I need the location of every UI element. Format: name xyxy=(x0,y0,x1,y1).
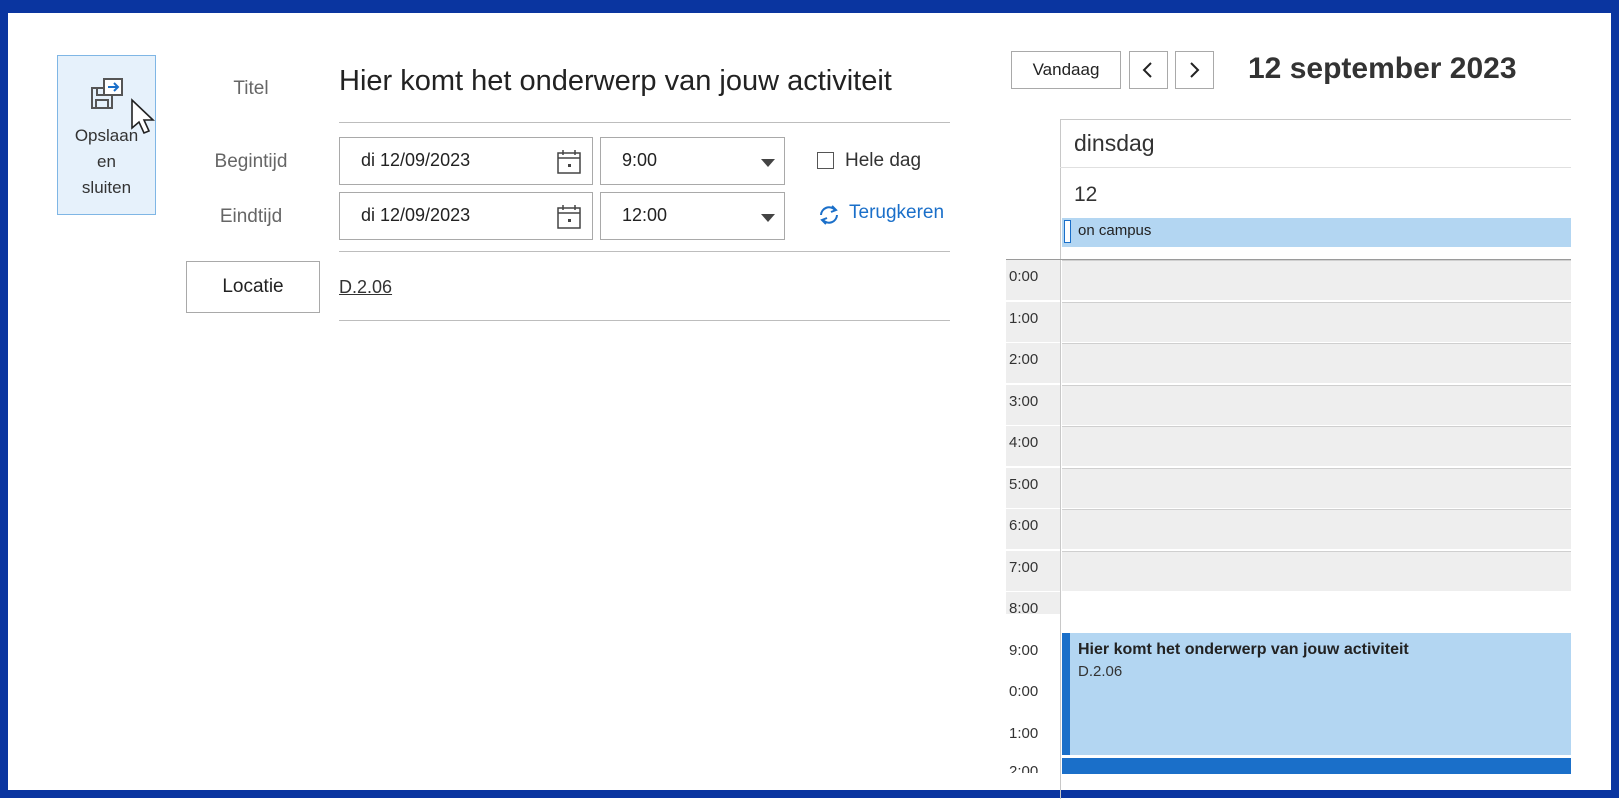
chevron-right-icon xyxy=(1190,62,1200,78)
today-button[interactable]: Vandaag xyxy=(1011,51,1121,89)
hour-label: 2:00 xyxy=(1009,763,1039,773)
hour-slot[interactable] xyxy=(1062,426,1571,466)
end-date-value: di 12/09/2023 xyxy=(361,205,471,225)
event-marker xyxy=(1064,220,1071,243)
end-time-dropdown[interactable]: 12:00 xyxy=(600,192,785,240)
all-day-checkbox[interactable] xyxy=(817,152,834,169)
hour-slot[interactable] xyxy=(1062,509,1571,549)
save-close-icon xyxy=(91,78,123,109)
start-time-label: Begintijd xyxy=(214,151,288,172)
mouse-cursor-icon xyxy=(131,98,155,135)
start-date-field[interactable]: di 12/09/2023 xyxy=(339,137,593,185)
day-header-divider xyxy=(1060,167,1571,168)
hour-label: 8:00 xyxy=(1009,600,1039,617)
recurrence-label: Terugkeren xyxy=(849,202,945,223)
next-day-button[interactable] xyxy=(1175,51,1214,89)
prev-day-button[interactable] xyxy=(1129,51,1168,89)
hour-label: 0:00 xyxy=(1009,268,1039,285)
event-accent-bar xyxy=(1062,633,1070,755)
day-name: dinsdag xyxy=(1074,130,1155,156)
chevron-left-icon xyxy=(1142,62,1152,78)
title-underline xyxy=(339,122,950,123)
start-time-value: 9:00 xyxy=(622,150,658,170)
datetime-divider xyxy=(339,251,950,252)
start-date-value: di 12/09/2023 xyxy=(361,150,471,170)
hour-label: 9:00 xyxy=(1009,642,1039,659)
hour-label: 0:00 xyxy=(1009,683,1039,700)
hour-slot[interactable] xyxy=(1062,468,1571,508)
day-number: 12 xyxy=(1074,183,1098,206)
chevron-down-icon xyxy=(761,159,775,167)
next-event-bar[interactable] xyxy=(1062,758,1571,774)
title-input[interactable]: Hier komt het onderwerp van jouw activit… xyxy=(339,65,892,98)
calendar-event[interactable]: Hier komt het onderwerp van jouw activit… xyxy=(1062,633,1571,755)
event-location: D.2.06 xyxy=(1078,663,1123,680)
hour-label: 1:00 xyxy=(1009,725,1039,742)
recurrence-icon xyxy=(820,205,838,225)
hour-slot[interactable] xyxy=(1062,385,1571,425)
hour-label: 7:00 xyxy=(1009,559,1039,576)
event-title: Hier komt het onderwerp van jouw activit… xyxy=(1078,641,1409,658)
all-day-event-title: on campus xyxy=(1078,222,1152,239)
all-day-event[interactable]: on campus xyxy=(1062,218,1571,247)
end-time-value: 12:00 xyxy=(622,205,668,225)
hour-label: 3:00 xyxy=(1009,393,1039,410)
location-button[interactable]: Locatie xyxy=(186,261,320,313)
calendar-date-heading: 12 september 2023 xyxy=(1248,52,1517,85)
chevron-down-icon xyxy=(761,214,775,222)
hour-slot[interactable] xyxy=(1062,343,1571,383)
title-label: Titel xyxy=(233,78,269,99)
hour-label: 2:00 xyxy=(1009,351,1039,368)
end-date-field[interactable]: di 12/09/2023 xyxy=(339,192,593,240)
hour-slot[interactable] xyxy=(1062,551,1571,591)
hour-label: 5:00 xyxy=(1009,476,1039,493)
calendar-icon[interactable] xyxy=(556,204,582,230)
hour-slot[interactable] xyxy=(1062,260,1571,300)
calendar-icon[interactable] xyxy=(556,149,582,175)
hour-label: 6:00 xyxy=(1009,517,1039,534)
hour-label: 4:00 xyxy=(1009,434,1039,451)
all-day-label: Hele dag xyxy=(845,150,922,171)
hour-slot[interactable] xyxy=(1062,302,1571,342)
hour-label: 1:00 xyxy=(1009,310,1039,327)
location-underline xyxy=(339,320,950,321)
end-time-label: Eindtijd xyxy=(219,206,283,227)
location-input[interactable]: D.2.06 xyxy=(339,277,392,298)
start-time-dropdown[interactable]: 9:00 xyxy=(600,137,785,185)
